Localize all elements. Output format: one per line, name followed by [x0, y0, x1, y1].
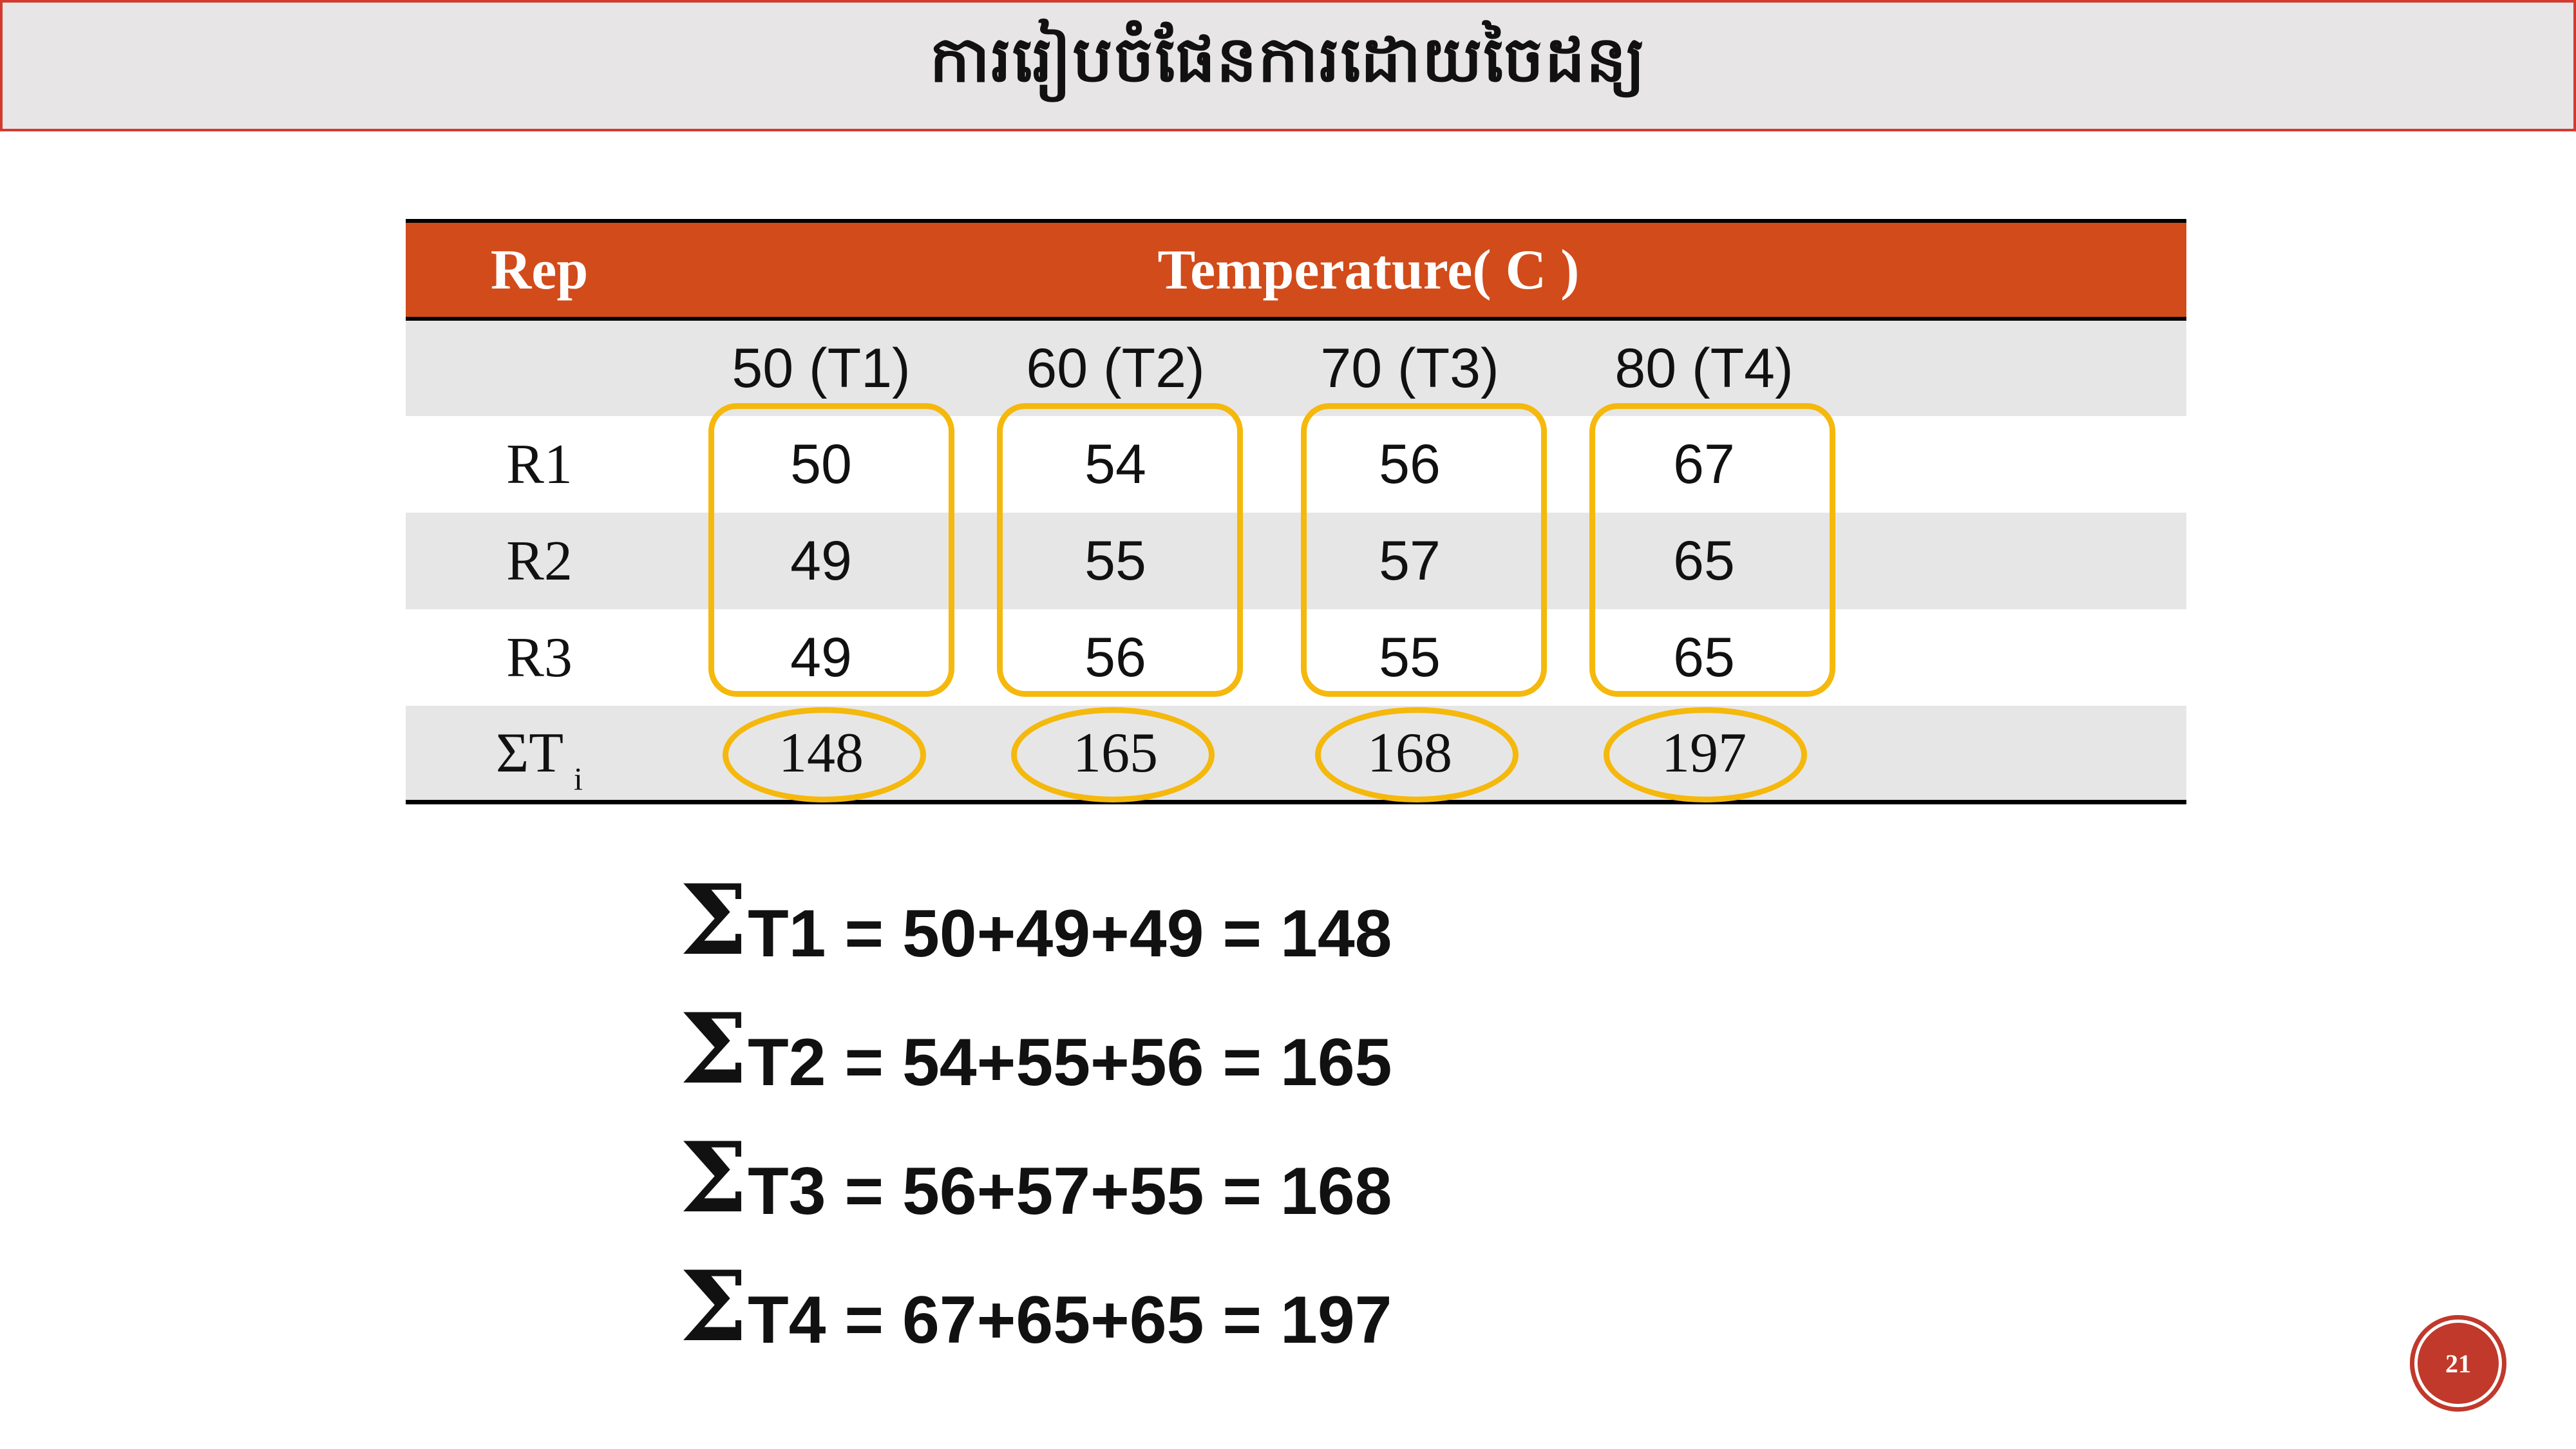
highlight-box-t4	[1589, 403, 1835, 697]
treatment-row: 50 (T1) 60 (T2) 70 (T3) 80 (T4)	[406, 321, 2186, 416]
rep-label: R3	[506, 626, 573, 689]
total-label-cell: ΣT i	[406, 706, 673, 800]
highlight-oval-t4	[1604, 707, 1807, 802]
treatment-label: 80 (T4)	[1615, 337, 1794, 399]
sigma-symbol: Σ	[679, 864, 748, 977]
rep-label-cell: R2	[406, 513, 673, 609]
highlight-oval-t3	[1315, 707, 1519, 802]
rep-label-cell: R3	[406, 609, 673, 706]
total-label: ΣT i	[496, 721, 583, 797]
treatment-label: 70 (T3)	[1320, 337, 1499, 399]
treatment-cell: 80 (T4)	[1569, 321, 1839, 416]
table-row: R3 49 56 55 65	[406, 609, 2186, 706]
equation-t3: ΣT3 = 56+57+55 = 168	[679, 1121, 1392, 1237]
table-row: R1 50 54 56 67	[406, 416, 2186, 513]
sigma-symbol: Σ	[679, 992, 748, 1106]
equation-t2: ΣT2 = 54+55+56 = 165	[679, 992, 1392, 1108]
temperature-header: Temperature( C )	[1157, 238, 1580, 301]
rep-header-cell: Rep	[406, 223, 673, 317]
rep-label: R1	[506, 433, 573, 496]
table-bottom-rule	[406, 800, 2186, 804]
title-bar: ការរៀបចំផែនការដោយចៃដន្យ	[0, 0, 2576, 131]
total-row: ΣT i 148 165 168 197	[406, 706, 2186, 800]
table-header-row: Rep Temperature( C )	[406, 223, 2186, 317]
treatment-label: 60 (T2)	[1026, 337, 1205, 399]
rep-header: Rep	[490, 238, 589, 301]
highlight-box-t3	[1301, 403, 1547, 697]
equation-t4: ΣT4 = 67+65+65 = 197	[679, 1250, 1392, 1366]
treatment-cell: 50 (T1)	[686, 321, 956, 416]
treatment-label: 50 (T1)	[732, 337, 911, 399]
highlight-box-t1	[708, 403, 954, 697]
equation-text: T1 = 50+49+49 = 148	[748, 896, 1392, 971]
equation-text: T4 = 67+65+65 = 197	[748, 1283, 1392, 1358]
rep-label-cell: R1	[406, 416, 673, 513]
equation-text: T3 = 56+57+55 = 168	[748, 1154, 1392, 1229]
temperature-header-cell: Temperature( C )	[673, 223, 2186, 317]
slide-title: ការរៀបចំផែនការដោយចៃដន្យ	[929, 23, 1647, 97]
highlight-oval-t1	[723, 707, 926, 802]
rep-label: R2	[506, 529, 573, 592]
treatment-cell: 60 (T2)	[980, 321, 1251, 416]
sigma-symbol: Σ	[679, 1250, 748, 1363]
table-row: R2 49 55 57 65	[406, 513, 2186, 609]
equation-t1: ΣT1 = 50+49+49 = 148	[679, 864, 1392, 980]
equation-text: T2 = 54+55+56 = 165	[748, 1025, 1392, 1100]
page-number-badge: 21	[2410, 1315, 2506, 1412]
page-number: 21	[2445, 1349, 2471, 1378]
treatment-cell: 70 (T3)	[1274, 321, 1545, 416]
highlight-oval-t2	[1011, 707, 1215, 802]
highlight-box-t2	[997, 403, 1243, 697]
sigma-symbol: Σ	[679, 1121, 748, 1235]
